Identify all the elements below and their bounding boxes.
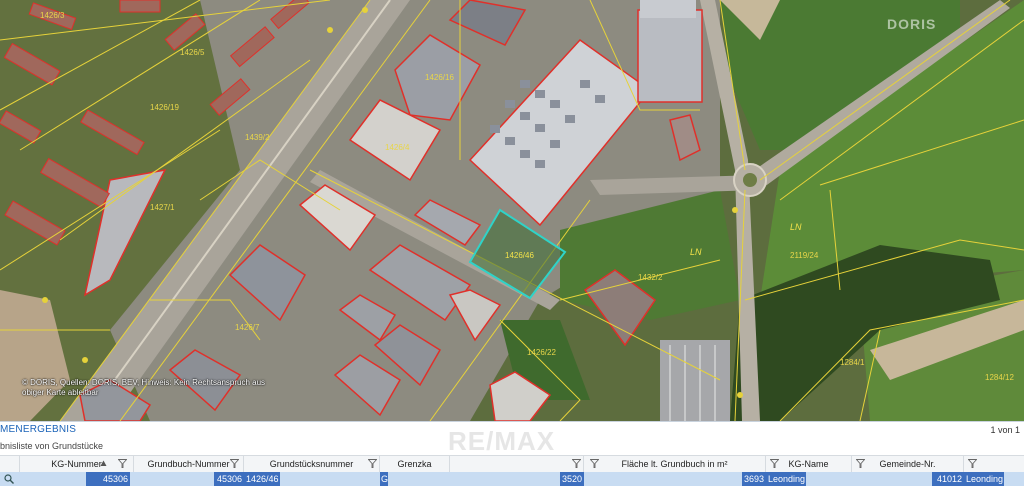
cell-grenzkataster: G — [380, 472, 388, 486]
column-kg-name[interactable]: KG-Name — [766, 456, 852, 472]
filter-icon[interactable] — [770, 459, 779, 468]
row-select-column — [0, 456, 20, 472]
grid-header: KG-Nummer Grundbuch-Nummer Grundstücksnu… — [0, 455, 1024, 473]
parcel-label: 1439/2 — [245, 133, 270, 142]
cell-flaeche: 3693 — [742, 472, 766, 486]
parcel-label: 1426/3 — [40, 11, 65, 20]
filter-icon[interactable] — [118, 459, 127, 468]
field-label: LN — [690, 247, 702, 257]
column-label: Fläche lt. Grundbuch in m² — [621, 459, 728, 469]
cell-grundbuch-nummer: 45306 — [214, 472, 244, 486]
sort-ascending-icon[interactable] — [100, 460, 107, 467]
parcel-label: 1432/2 — [638, 273, 663, 282]
column-flaeche[interactable]: Fläche lt. Grundbuch in m² — [584, 456, 766, 472]
filter-icon[interactable] — [590, 459, 599, 468]
results-panel: MENERGEBNIS RE/MAX 1 von 1 bnisliste von… — [0, 421, 1024, 487]
doris-logo: DORIS — [887, 16, 937, 32]
filter-icon[interactable] — [572, 459, 581, 468]
column-label: KG-Nummer — [51, 459, 102, 469]
cell-col5: 3520 — [560, 472, 584, 486]
parcel-label: 1427/1 — [150, 203, 175, 212]
cell-kg-nummer: 45306 — [86, 472, 130, 486]
results-panel-header: MENERGEBNIS RE/MAX 1 von 1 — [0, 422, 1024, 456]
selected-parcel-label: 1426/46 — [505, 251, 534, 260]
column-grundbuch-nummer[interactable]: Grundbuch-Nummer — [134, 456, 244, 472]
column-gemeinde-nr[interactable]: Gemeinde-Nr. — [852, 456, 964, 472]
cell-gemeinde-nr: 41012 — [932, 472, 964, 486]
filter-icon[interactable] — [368, 459, 377, 468]
cell-kg-name: Leonding — [766, 472, 806, 486]
column-label: Grundstücksnummer — [269, 459, 354, 469]
column-label: KG-Name — [788, 459, 829, 469]
parcel-label: 1426/7 — [235, 323, 260, 332]
watermark: RE/MAX — [448, 426, 556, 456]
parcel-label: 1426/5 — [180, 48, 205, 57]
column-kg-nummer[interactable]: KG-Nummer — [20, 456, 134, 472]
cell-grundstuecksnummer: 1426/46 — [244, 472, 280, 486]
field-label: 2119/24 — [790, 251, 819, 260]
results-title: MENERGEBNIS — [0, 424, 77, 435]
parcel-label: 1426/4 — [385, 143, 410, 152]
column-label: Grundbuch-Nummer — [147, 459, 230, 469]
column-grundstuecksnummer[interactable]: Grundstücksnummer — [244, 456, 380, 472]
parcel-label: 1426/16 — [425, 73, 454, 82]
map-copyright: © DORIS, Quellen: DORIS, BEV, Hinweis: K… — [22, 378, 266, 397]
parcel-label: 1284/1 — [840, 358, 865, 367]
table-row[interactable]: 45306 45306 1426/46 G 3520 3693 Leonding… — [0, 472, 1024, 486]
pagination-label: 1 von 1 — [990, 425, 1020, 435]
column-last[interactable] — [964, 456, 1024, 472]
aerial-map[interactable]: 1426/46 LN LN 2119/24 1426/3 1426/5 1439… — [0, 0, 1024, 421]
parcel-label: 1426/22 — [527, 348, 556, 357]
filter-icon[interactable] — [968, 459, 977, 468]
parcel-label: 1426/19 — [150, 103, 179, 112]
filter-icon[interactable] — [856, 459, 865, 468]
column-grenzkataster[interactable]: Grenzka — [380, 456, 450, 472]
cell-last: Leonding — [964, 472, 1004, 486]
zoom-to-parcel-icon[interactable] — [4, 474, 14, 484]
results-subtitle: bnisliste von Grundstücke — [0, 441, 104, 451]
filter-icon[interactable] — [230, 459, 239, 468]
map-canvas[interactable]: 1426/46 LN LN 2119/24 1426/3 1426/5 1439… — [0, 0, 1024, 421]
column-label: Gemeinde-Nr. — [879, 459, 936, 469]
field-label: LN — [790, 222, 802, 232]
parcel-label: 1284/12 — [985, 373, 1014, 382]
column-label: Grenzka — [397, 459, 432, 469]
column-unnamed[interactable] — [450, 456, 584, 472]
